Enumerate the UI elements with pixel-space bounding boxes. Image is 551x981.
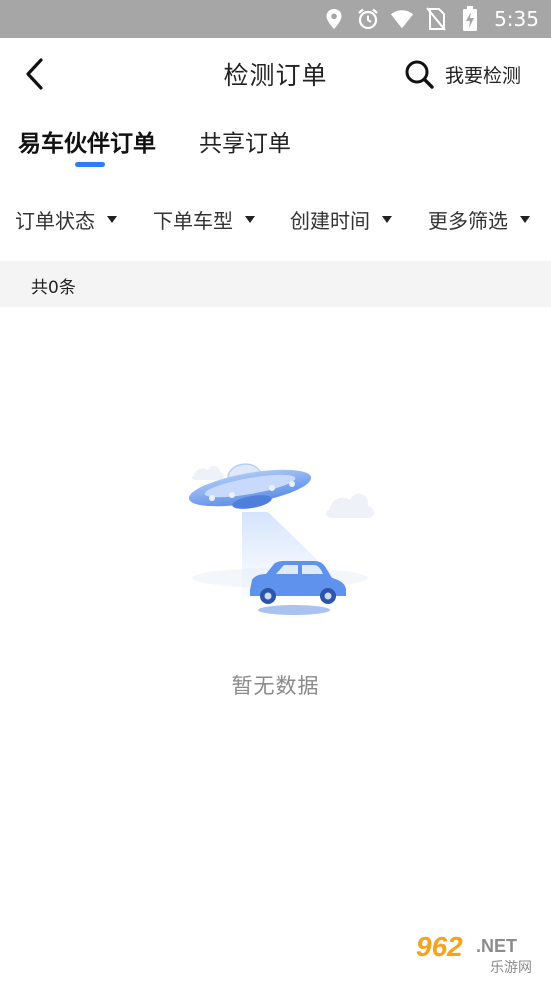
tab-shared-orders[interactable]: 共享订单	[199, 124, 291, 158]
battery-charging-icon	[458, 6, 482, 31]
alarm-icon	[356, 7, 380, 31]
active-tab-indicator	[75, 162, 105, 167]
app-header: 检测订单 我要检测	[0, 38, 551, 110]
filter-label: 订单状态	[15, 209, 95, 233]
wifi-icon	[390, 7, 414, 31]
result-count: 共0条	[31, 278, 76, 298]
filter-bar: 订单状态 下单车型 创建时间 更多筛选	[0, 205, 551, 241]
filter-order-status[interactable]: 订单状态	[15, 205, 117, 234]
caret-down-icon	[382, 216, 392, 223]
caret-down-icon	[107, 216, 117, 223]
search-icon	[405, 60, 434, 89]
caret-down-icon	[245, 216, 255, 223]
empty-state-text: 暂无数据	[231, 674, 320, 698]
ufo-car-illustration	[188, 463, 374, 615]
site-watermark-logo: 962 .NET 乐游网	[412, 928, 547, 976]
filter-more[interactable]: 更多筛选	[428, 205, 530, 234]
filter-label: 下单车型	[153, 209, 233, 233]
svg-text:乐游网: 乐游网	[490, 960, 532, 976]
location-icon	[322, 7, 346, 31]
tab-partner-orders[interactable]: 易车伙伴订单	[18, 124, 156, 158]
screen: 5:35 检测订单 我要检测 易车伙伴订单 共享订单 订单状态 下单车型 创建时…	[0, 0, 551, 981]
svg-text:962: 962	[416, 931, 463, 962]
filter-label: 创建时间	[290, 209, 370, 233]
status-bar: 5:35	[0, 0, 551, 38]
caret-down-icon	[520, 216, 530, 223]
status-time: 5:35	[494, 7, 539, 31]
start-inspection-label: 我要检测	[444, 64, 521, 87]
filter-label: 更多筛选	[428, 209, 508, 233]
result-count-bar: 共0条	[0, 261, 551, 307]
filter-car-model[interactable]: 下单车型	[153, 205, 255, 234]
start-inspection-button[interactable]: 我要检测	[403, 58, 521, 90]
no-sim-icon	[424, 7, 448, 31]
svg-text:.NET: .NET	[476, 936, 517, 956]
filter-created-time[interactable]: 创建时间	[290, 205, 392, 234]
